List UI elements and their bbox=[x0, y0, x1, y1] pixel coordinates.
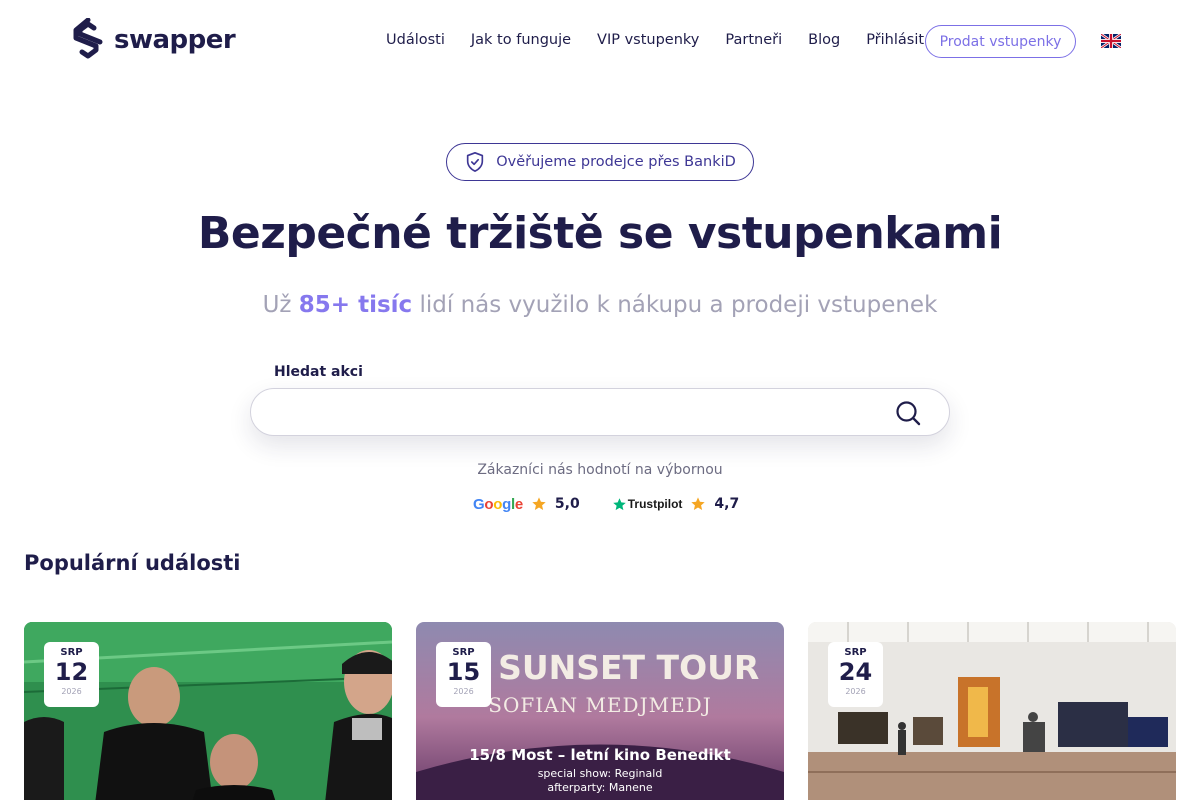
subtitle-prefix: Už bbox=[262, 292, 299, 318]
google-score: 5,0 bbox=[554, 496, 580, 512]
google-logo: Google bbox=[473, 495, 523, 513]
subtitle-suffix: lidí nás využilo k nákupu a prodeji vstu… bbox=[412, 292, 938, 318]
event-date-badge: SRP 12 2026 bbox=[44, 642, 99, 707]
event-year: 2026 bbox=[453, 687, 474, 696]
uk-flag-icon[interactable] bbox=[1101, 34, 1121, 48]
nav-udalosti[interactable]: Události bbox=[386, 32, 445, 48]
event-month: SRP bbox=[60, 647, 83, 658]
trustpilot-logo: Trustpilot bbox=[612, 497, 683, 512]
search-icon[interactable] bbox=[895, 400, 921, 426]
poster-afterparty: afterparty: Manene bbox=[547, 781, 652, 794]
star-icon bbox=[532, 497, 546, 510]
main-nav: Události Jak to funguje VIP vstupenky Pa… bbox=[386, 32, 950, 48]
swapper-logo[interactable]: swapper bbox=[72, 18, 236, 62]
page-title: Bezpečné tržiště se vstupenkami bbox=[197, 208, 1003, 259]
logo-text: swapper bbox=[114, 25, 236, 55]
subtitle-user-count: 85+ tisíc bbox=[298, 292, 413, 318]
bankid-verification-badge: Ověřujeme prodejce přes BankiD bbox=[446, 143, 754, 181]
search-box bbox=[250, 388, 950, 436]
event-card[interactable]: SRP 12 2026 bbox=[24, 622, 392, 800]
trustpilot-wordmark: Trustpilot bbox=[627, 497, 683, 511]
poster-artist: SOFIAN MEDJMEDJ bbox=[488, 693, 711, 717]
event-month: SRP bbox=[844, 647, 867, 658]
event-card[interactable]: SRP 24 2026 bbox=[808, 622, 1176, 800]
event-day: 12 bbox=[54, 658, 89, 686]
ratings-caption: Zákazníci nás hodnotí na výbornou bbox=[477, 462, 723, 478]
event-month: SRP bbox=[452, 647, 475, 658]
shield-check-icon bbox=[467, 152, 484, 172]
popular-events-title: Populární události bbox=[24, 551, 241, 575]
search-label: Hledat akci bbox=[274, 364, 363, 380]
sell-tickets-button[interactable]: Prodat vstupenky bbox=[925, 25, 1076, 58]
event-year: 2026 bbox=[61, 687, 82, 696]
nav-prihlasit[interactable]: Přihlásit bbox=[866, 32, 924, 48]
poster-special-show: special show: Reginald bbox=[538, 767, 663, 780]
event-card[interactable]: 26 SUNSET TOUR SOFIAN MEDJMEDJ 15/8 Most… bbox=[416, 622, 784, 800]
trustpilot-star-icon bbox=[612, 497, 626, 510]
star-icon bbox=[691, 497, 706, 510]
hero-subtitle: Už 85+ tisíc lidí nás využilo k nákupu a… bbox=[0, 292, 1200, 318]
ratings-row: Google 5,0 Trustpilot 4,7 bbox=[473, 494, 739, 514]
badge-text: Ověřujeme prodejce přes BankiD bbox=[496, 154, 736, 170]
nav-blog[interactable]: Blog bbox=[808, 32, 840, 48]
swapper-logo-icon bbox=[73, 18, 103, 59]
event-year: 2026 bbox=[845, 687, 866, 696]
site-header: swapper Události Jak to funguje VIP vstu… bbox=[0, 0, 1200, 82]
search-input[interactable] bbox=[271, 395, 871, 429]
nav-vip-vstupenky[interactable]: VIP vstupenky bbox=[597, 32, 699, 48]
event-date-badge: SRP 15 2026 bbox=[436, 642, 491, 707]
nav-jak-to-funguje[interactable]: Jak to funguje bbox=[471, 32, 571, 48]
event-date-badge: SRP 24 2026 bbox=[828, 642, 883, 707]
nav-partneri[interactable]: Partneři bbox=[725, 32, 782, 48]
poster-date-venue: 15/8 Most – letní kino Benedikt bbox=[469, 746, 731, 764]
trustpilot-score: 4,7 bbox=[714, 496, 740, 512]
event-day: 24 bbox=[838, 658, 873, 686]
event-day: 15 bbox=[446, 658, 481, 686]
